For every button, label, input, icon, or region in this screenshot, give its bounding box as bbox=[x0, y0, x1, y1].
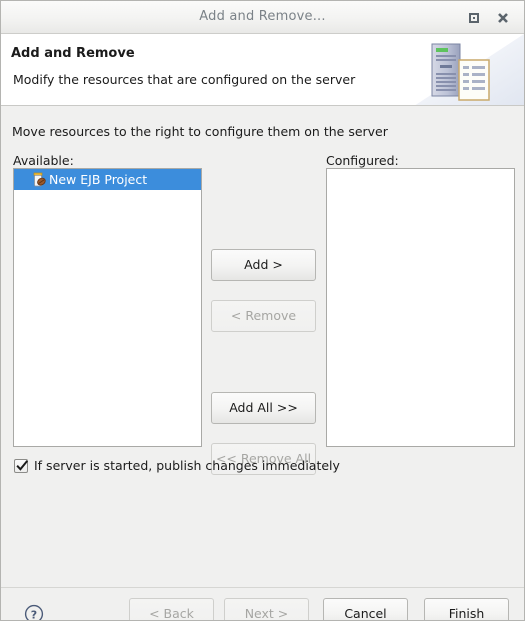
checkbox-label: If server is started, publish changes im… bbox=[34, 458, 340, 473]
dialog-body: Move resources to the right to configure… bbox=[1, 106, 524, 588]
help-question-icon[interactable]: ? bbox=[24, 604, 44, 621]
page-title: Add and Remove bbox=[11, 46, 135, 61]
available-listbox[interactable]: New EJB Project bbox=[13, 168, 202, 447]
cancel-button[interactable]: Cancel bbox=[323, 598, 408, 620]
window-title: Add and Remove... bbox=[199, 9, 326, 24]
next-button[interactable]: Next > bbox=[224, 598, 309, 620]
instruction-text: Move resources to the right to configure… bbox=[12, 124, 388, 139]
available-label: Available: bbox=[13, 153, 74, 168]
configured-listbox[interactable] bbox=[326, 168, 515, 447]
list-item-label: New EJB Project bbox=[49, 171, 148, 187]
maximize-icon[interactable] bbox=[466, 10, 482, 26]
configured-label: Configured: bbox=[326, 153, 399, 168]
dialog-footer: ? < Back Next > Cancel Finish bbox=[1, 588, 524, 621]
ejb-jar-icon bbox=[31, 172, 47, 188]
add-button[interactable]: Add > bbox=[211, 249, 316, 281]
add-all-button[interactable]: Add All >> bbox=[211, 392, 316, 424]
svg-text:?: ? bbox=[31, 608, 37, 621]
remove-button[interactable]: < Remove bbox=[211, 300, 316, 332]
list-item[interactable]: New EJB Project bbox=[14, 169, 201, 190]
server-and-document-icon bbox=[414, 34, 524, 105]
page-subtitle: Modify the resources that are configured… bbox=[13, 72, 356, 87]
back-button[interactable]: < Back bbox=[129, 598, 214, 620]
finish-button[interactable]: Finish bbox=[424, 598, 509, 620]
titlebar: Add and Remove... bbox=[1, 1, 524, 34]
checkbox-box[interactable] bbox=[14, 458, 29, 473]
add-and-remove-dialog: Add and Remove... Add and Remove Modify … bbox=[0, 0, 525, 621]
close-icon[interactable] bbox=[495, 10, 511, 26]
dialog-header: Add and Remove Modify the resources that… bbox=[1, 34, 524, 106]
publish-immediately-checkbox[interactable]: If server is started, publish changes im… bbox=[14, 458, 340, 473]
